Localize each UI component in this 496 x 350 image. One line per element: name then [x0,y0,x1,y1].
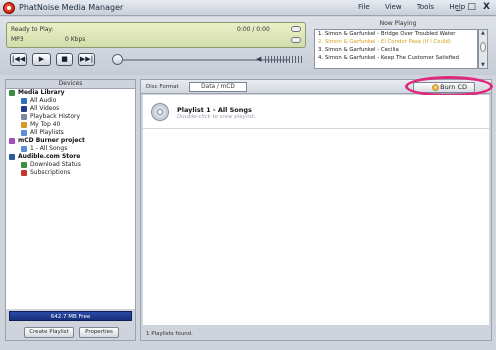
player-display: Ready to Play: MP3 0 Kbps 0:00 / 0:00 [6,22,306,48]
disc-format-select[interactable]: Data / mCD [189,82,247,92]
disc-format-label: Disc Format [146,84,179,90]
subscriptions-icon [21,170,27,176]
now-playing-item[interactable]: 4. Simon & Garfunkel - Keep The Customer… [315,54,477,62]
tree-item[interactable]: All Audio [6,97,135,105]
tree-item-label: mCD Burner project [18,137,85,144]
download-icon [21,162,27,168]
player-status: Ready to Play: [11,26,54,33]
device-tree: Media Library All Audio All Videos Playback… [6,89,135,309]
tree-item[interactable]: All Videos [6,105,135,113]
playlist-item[interactable]: Playlist 1 - All Songs Double-click to v… [147,101,347,127]
app-window: PhatNoise Media Manager File View Tools … [0,0,496,350]
content-panel: Disc Format Data / mCD Burn CD Playlist … [140,76,493,341]
properties-button[interactable]: Properties [79,327,119,338]
free-space-bar: 642.7 MB Free [9,311,132,321]
headphones-icon [21,98,27,104]
app-logo-icon [3,2,15,14]
devices-header: Devices [6,80,135,89]
video-icon [21,106,27,112]
now-playing-list: 1. Simon & Garfunkel - Bridge Over Troub… [314,29,478,69]
now-playing-header: Now Playing [379,20,417,27]
tree-item-label: All Playlists [30,129,64,136]
playlists-icon [21,130,27,136]
previous-button[interactable]: |◀◀ [10,53,27,66]
scroll-thumb[interactable] [480,42,486,52]
playlist-name: Playlist 1 - All Songs [177,106,252,114]
tree-item-label: Playback History [30,113,81,120]
disc-toolbar: Disc Format Data / mCD Burn CD [141,76,493,97]
tree-item-label: 1 - All Songs [30,145,68,152]
library-icon [9,90,15,96]
seek-thumb[interactable] [112,54,123,65]
history-icon [21,114,27,120]
window-controls[interactable]: _ □ X [456,2,492,12]
tree-item[interactable]: Playback History [6,113,135,121]
tree-item[interactable]: Download Status [6,161,135,169]
now-playing-item[interactable]: 1. Simon & Garfunkel - Bridge Over Troub… [315,30,477,38]
now-playing-item[interactable]: 2. Simon & Garfunkel - El Condor Pasa (I… [315,38,477,46]
next-button[interactable]: ▶▶| [78,53,95,66]
volume-icon: ◀ [256,55,262,63]
stop-button[interactable]: ■ [56,53,73,66]
playlist-area: Playlist 1 - All Songs Double-click to v… [143,95,489,325]
player-bitrate: 0 Kbps [65,36,86,43]
app-title: PhatNoise Media Manager [19,3,124,12]
tree-item[interactable]: 1 - All Songs [6,145,135,153]
highlight-circle [405,76,493,97]
status-bar: 1 Playlists found. [146,331,193,337]
cd-burner-icon [9,138,15,144]
top40-icon [21,122,27,128]
tree-item-label: Download Status [30,161,81,168]
player-time: 0:00 / 0:00 [237,26,270,33]
cd-disc-icon [151,103,169,121]
create-playlist-button[interactable]: Create Playlist [24,327,74,338]
playlist-hint: Double-click to view playlist. [177,114,256,120]
scroll-up-icon[interactable]: ▲ [481,30,485,36]
tree-item-label: My Top 40 [30,121,61,128]
menu-file[interactable]: File [358,3,370,11]
tree-item-label: Subscriptions [30,169,71,176]
menu-tools[interactable]: Tools [417,3,434,11]
tree-item-label: All Videos [30,105,60,112]
divider [143,128,489,129]
playlist-icon [21,146,27,152]
menu-view[interactable]: View [385,3,402,11]
play-button[interactable]: ▶ [32,53,51,66]
tree-item[interactable]: My Top 40 [6,121,135,129]
player-format: MP3 [11,36,24,43]
audible-icon [9,154,15,160]
tree-item-label: Media Library [18,89,65,96]
volume-slider[interactable] [265,56,303,63]
tree-item[interactable]: Subscriptions [6,169,135,177]
display-toggle-knob[interactable] [291,26,301,32]
tree-item[interactable]: Audible.com Store [6,153,135,161]
devices-panel: Devices Media Library All Audio All Videos… [5,79,136,341]
tree-item[interactable]: All Playlists [6,129,135,137]
title-bar: PhatNoise Media Manager File View Tools … [0,0,496,16]
tree-item-label: All Audio [30,97,57,104]
now-playing-scrollbar[interactable]: ▲ ▼ [478,29,488,69]
tree-item[interactable]: mCD Burner project [6,137,135,145]
tree-item[interactable]: Media Library [6,89,135,97]
now-playing-item[interactable]: 3. Simon & Garfunkel - Cecilia [315,46,477,54]
tree-item-label: Audible.com Store [18,153,81,160]
scroll-down-icon[interactable]: ▼ [481,62,485,68]
display-toggle-knob[interactable] [291,37,301,43]
